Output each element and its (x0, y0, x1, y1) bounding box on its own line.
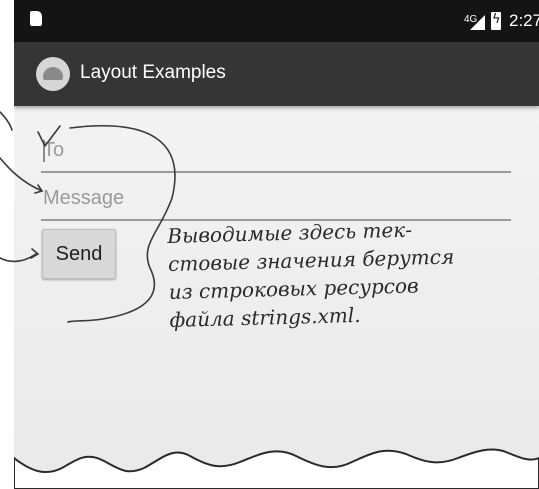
bracket-tick (37, 125, 61, 147)
handwritten-annotation: Выводимые здесь тек- стовые значения бер… (167, 213, 530, 334)
screenshot-stage: 4G 2:27 Layout Examples Send (0, 0, 539, 489)
curly-bracket (67, 124, 176, 323)
arrow-line-middle (0, 157, 41, 191)
arrow-line-top (0, 111, 13, 131)
arrow-head-bottom (30, 248, 40, 259)
